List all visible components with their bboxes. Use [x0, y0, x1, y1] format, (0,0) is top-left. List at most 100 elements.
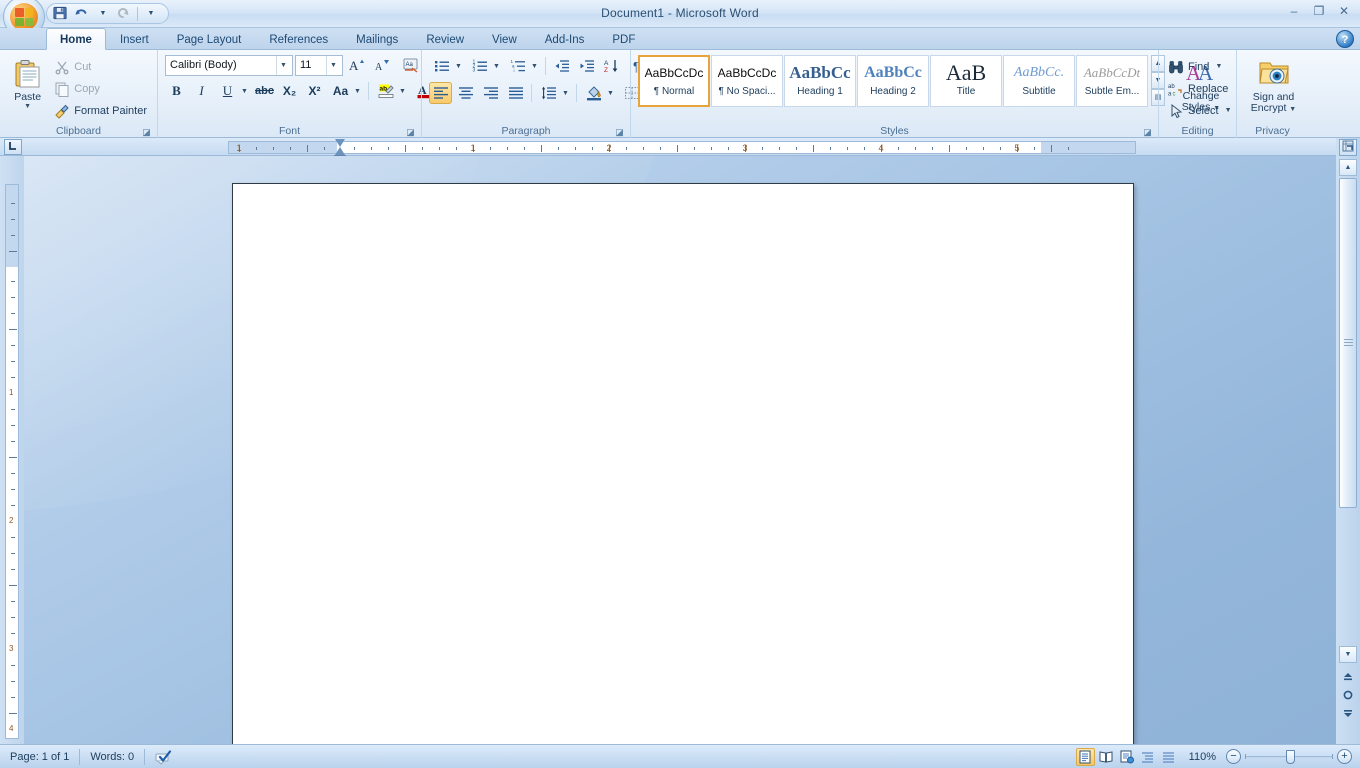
scrollbar-thumb[interactable] — [1339, 178, 1357, 508]
restore-button[interactable]: ❐ — [1309, 3, 1329, 19]
tab-page-layout[interactable]: Page Layout — [163, 28, 256, 50]
minimize-button[interactable]: – — [1284, 3, 1304, 19]
change-case-split-button[interactable]: Aa ▼ — [328, 79, 364, 103]
format-painter-button[interactable]: Format Painter — [50, 100, 154, 121]
scroll-down-button[interactable]: ▼ — [1339, 646, 1357, 663]
tab-stop-selector[interactable] — [4, 139, 22, 155]
tab-home[interactable]: Home — [46, 28, 106, 50]
font-size-combo[interactable]: 11 ▼ — [295, 55, 343, 76]
view-web-layout-button[interactable] — [1118, 748, 1137, 766]
zoom-level-button[interactable]: 110% — [1181, 751, 1224, 763]
justify-button[interactable] — [504, 82, 527, 104]
increase-indent-button[interactable] — [575, 55, 598, 77]
style-subtitle[interactable]: AaBbCc. Subtitle — [1003, 55, 1075, 107]
next-page-button[interactable] — [1340, 706, 1356, 722]
replace-button[interactable]: ab a c Replace — [1164, 78, 1241, 99]
zoom-out-button[interactable]: − — [1226, 749, 1241, 764]
tab-insert[interactable]: Insert — [106, 28, 163, 50]
clear-formatting-button[interactable]: Aa — [399, 54, 422, 76]
previous-page-button[interactable] — [1340, 668, 1356, 684]
underline-button[interactable]: U — [216, 80, 239, 102]
font-name-combo[interactable]: Calibri (Body) ▼ — [165, 55, 293, 76]
view-draft-button[interactable] — [1160, 748, 1179, 766]
zoom-slider[interactable]: − + — [1226, 749, 1352, 764]
document-page[interactable] — [232, 183, 1134, 744]
style-subtle-emphasis[interactable]: AaBbCcDt Subtle Em... — [1076, 55, 1148, 107]
ruler-track[interactable]: 1 1 2 3 4 — [228, 141, 1136, 154]
sign-and-encrypt-button[interactable]: Sign and Encrypt ▼ — [1242, 54, 1305, 118]
font-dialog-launcher[interactable]: ◪ — [405, 127, 416, 138]
decrease-indent-button[interactable] — [550, 55, 573, 77]
vertical-scrollbar[interactable]: ▲ ▼ — [1336, 138, 1360, 744]
tab-add-ins[interactable]: Add-Ins — [531, 28, 599, 50]
multilevel-list-button[interactable]: 1ai — [506, 55, 529, 77]
word-count-indicator[interactable]: Words: 0 — [80, 745, 144, 768]
tab-view[interactable]: View — [478, 28, 531, 50]
view-print-layout-button[interactable] — [1076, 748, 1095, 766]
zoom-in-button[interactable]: + — [1337, 749, 1352, 764]
cut-button[interactable]: Cut — [50, 56, 154, 77]
tab-mailings[interactable]: Mailings — [342, 28, 412, 50]
save-button[interactable] — [51, 5, 71, 23]
tab-review[interactable]: Review — [412, 28, 478, 50]
close-button[interactable]: ✕ — [1334, 3, 1354, 19]
style-title[interactable]: AaB Title — [930, 55, 1002, 107]
view-full-screen-reading-button[interactable] — [1097, 748, 1116, 766]
undo-dropdown[interactable]: ▼ — [93, 5, 113, 23]
superscript-button[interactable]: X² — [303, 80, 326, 102]
align-center-button[interactable] — [454, 82, 477, 104]
horizontal-ruler[interactable]: 1 1 2 3 4 — [0, 138, 1360, 156]
shrink-font-button[interactable]: A — [370, 54, 393, 76]
italic-button[interactable]: I — [190, 80, 213, 102]
style-heading-2[interactable]: AaBbCc Heading 2 — [857, 55, 929, 107]
undo-button[interactable] — [72, 5, 92, 23]
proofing-status-button[interactable] — [145, 745, 181, 768]
clipboard-dialog-launcher[interactable]: ◪ — [141, 127, 152, 138]
view-ruler-toggle-button[interactable] — [1339, 139, 1357, 156]
bullets-split-button[interactable]: ▼ — [429, 54, 465, 78]
style-normal[interactable]: AaBbCcDc ¶ Normal — [638, 55, 710, 107]
zoom-track[interactable] — [1245, 750, 1333, 764]
bullets-button[interactable] — [430, 55, 453, 77]
style-no-spacing[interactable]: AaBbCcDc ¶ No Spaci... — [711, 55, 783, 107]
hanging-indent-marker[interactable] — [335, 147, 345, 155]
tab-references[interactable]: References — [255, 28, 342, 50]
line-spacing-button[interactable] — [537, 82, 560, 104]
style-heading-1[interactable]: AaBbCс Heading 1 — [784, 55, 856, 107]
help-button[interactable]: ? — [1336, 30, 1354, 48]
paste-button[interactable]: Paste ▼ — [7, 54, 48, 114]
redo-button[interactable] — [114, 5, 134, 23]
select-button[interactable]: Select ▼ — [1164, 100, 1241, 121]
scroll-up-button[interactable]: ▲ — [1339, 159, 1357, 176]
align-left-button[interactable] — [429, 82, 452, 104]
numbering-split-button[interactable]: 123 ▼ — [467, 54, 503, 78]
customize-qat-button[interactable]: ▼ — [141, 5, 161, 23]
shading-button[interactable] — [582, 82, 605, 104]
zoom-slider-handle[interactable] — [1286, 750, 1295, 764]
first-line-indent-marker[interactable] — [335, 139, 345, 147]
change-case-button[interactable]: Aa — [329, 80, 352, 102]
align-right-button[interactable] — [479, 82, 502, 104]
text-highlight-button[interactable]: ab — [374, 80, 397, 102]
page-indicator[interactable]: Page: 1 of 1 — [0, 745, 79, 768]
subscript-button[interactable]: X₂ — [278, 80, 301, 102]
find-button[interactable]: Find ▼ — [1164, 56, 1241, 77]
vertical-ruler-track[interactable]: 1 2 3 4 — [5, 184, 19, 739]
multilevel-split-button[interactable]: 1ai ▼ — [505, 54, 541, 78]
view-outline-button[interactable] — [1139, 748, 1158, 766]
strikethrough-button[interactable]: abc — [253, 80, 276, 102]
paragraph-dialog-launcher[interactable]: ◪ — [614, 127, 625, 138]
sort-button[interactable]: A Z — [600, 55, 623, 77]
styles-dialog-launcher[interactable]: ◪ — [1142, 127, 1153, 138]
shading-split-button[interactable]: ▼ — [581, 81, 617, 105]
numbering-button[interactable]: 123 — [468, 55, 491, 77]
highlight-split-button[interactable]: ab ▼ — [373, 79, 409, 103]
vertical-ruler[interactable]: 1 2 3 4 — [0, 156, 24, 744]
copy-button[interactable]: Copy — [50, 78, 154, 99]
tab-pdf[interactable]: PDF — [598, 28, 649, 50]
grow-font-button[interactable]: A — [345, 54, 368, 76]
underline-split-button[interactable]: U ▼ — [215, 79, 251, 103]
line-spacing-split-button[interactable]: ▼ — [536, 81, 572, 105]
select-browse-object-button[interactable] — [1340, 687, 1356, 703]
bold-button[interactable]: B — [165, 80, 188, 102]
